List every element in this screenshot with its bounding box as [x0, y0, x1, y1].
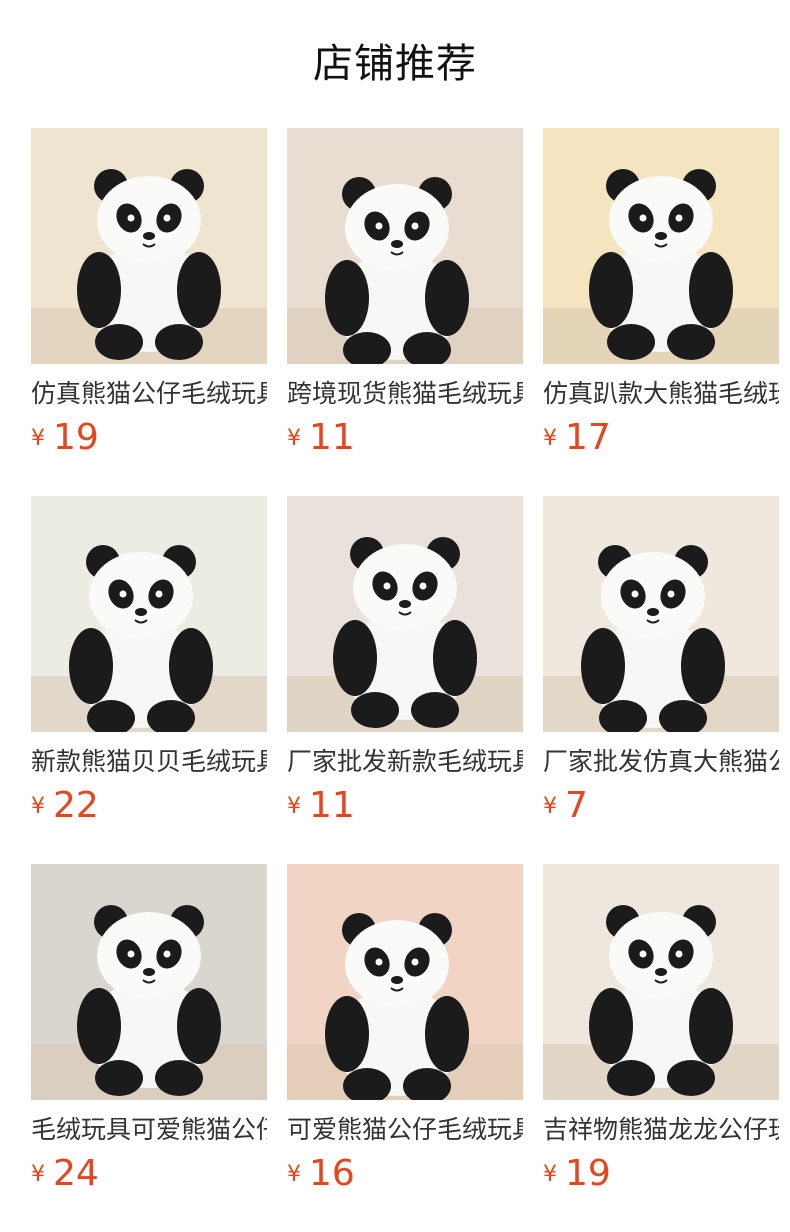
product-price: ¥22 [31, 784, 99, 828]
panda-plush-illustration [31, 864, 267, 1100]
product-name[interactable]: 毛绒玩具可爱熊猫公仔 [31, 1114, 267, 1146]
product-name[interactable]: 仿真熊猫公仔毛绒玩具 [31, 378, 267, 410]
product-image[interactable] [543, 128, 779, 364]
panda-plush-illustration [31, 128, 267, 364]
product-card[interactable]: 仿真熊猫公仔毛绒玩具 ¥19 [31, 128, 267, 458]
product-image[interactable] [287, 496, 523, 732]
product-name[interactable]: 跨境现货熊猫毛绒玩具 [287, 378, 523, 410]
product-price: ¥19 [31, 416, 99, 460]
product-card[interactable]: 厂家批发新款毛绒玩具 ¥11 [287, 496, 523, 826]
product-image[interactable] [543, 496, 779, 732]
product-card[interactable]: 吉祥物熊猫龙龙公仔玩具 ¥19 [543, 864, 779, 1194]
currency-symbol: ¥ [287, 426, 301, 451]
product-image[interactable] [287, 128, 523, 364]
currency-symbol: ¥ [31, 794, 45, 819]
currency-symbol: ¥ [31, 426, 45, 451]
product-price: ¥11 [287, 416, 355, 460]
product-image[interactable] [287, 864, 523, 1100]
price-value: 19 [53, 417, 99, 458]
product-name[interactable]: 厂家批发仿真大熊猫公仔 [543, 746, 779, 778]
product-price: ¥17 [543, 416, 611, 460]
product-card[interactable]: 厂家批发仿真大熊猫公仔 ¥7 [543, 496, 779, 826]
product-image[interactable] [31, 128, 267, 364]
currency-symbol: ¥ [543, 794, 557, 819]
price-value: 17 [565, 417, 611, 458]
price-value: 24 [53, 1153, 99, 1194]
panda-plush-illustration [31, 496, 267, 732]
product-name[interactable]: 吉祥物熊猫龙龙公仔玩具 [543, 1114, 779, 1146]
product-name[interactable]: 厂家批发新款毛绒玩具 [287, 746, 523, 778]
panda-plush-illustration [543, 496, 779, 732]
price-value: 7 [565, 785, 588, 826]
currency-symbol: ¥ [287, 794, 301, 819]
product-name[interactable]: 新款熊猫贝贝毛绒玩具 [31, 746, 267, 778]
product-name[interactable]: 仿真趴款大熊猫毛绒玩具 [543, 378, 779, 410]
product-card[interactable]: 仿真趴款大熊猫毛绒玩具 ¥17 [543, 128, 779, 458]
currency-symbol: ¥ [31, 1162, 45, 1187]
price-value: 19 [565, 1153, 611, 1194]
price-value: 11 [309, 417, 355, 458]
currency-symbol: ¥ [543, 1162, 557, 1187]
currency-symbol: ¥ [287, 1162, 301, 1187]
product-image[interactable] [31, 496, 267, 732]
price-value: 11 [309, 785, 355, 826]
product-card[interactable]: 毛绒玩具可爱熊猫公仔 ¥24 [31, 864, 267, 1194]
product-price: ¥16 [287, 1152, 355, 1196]
panda-plush-illustration [287, 864, 523, 1100]
product-card[interactable]: 新款熊猫贝贝毛绒玩具 ¥22 [31, 496, 267, 826]
product-image[interactable] [543, 864, 779, 1100]
panda-plush-illustration [287, 496, 523, 732]
panda-plush-illustration [287, 128, 523, 364]
product-card[interactable]: 跨境现货熊猫毛绒玩具 ¥11 [287, 128, 523, 458]
panda-plush-illustration [543, 864, 779, 1100]
product-image[interactable] [31, 864, 267, 1100]
product-price: ¥7 [543, 784, 588, 828]
price-value: 22 [53, 785, 99, 826]
panda-plush-illustration [543, 128, 779, 364]
product-price: ¥11 [287, 784, 355, 828]
page-title: 店铺推荐 [313, 41, 477, 87]
price-value: 16 [309, 1153, 355, 1194]
product-price: ¥19 [543, 1152, 611, 1196]
product-grid: 仿真熊猫公仔毛绒玩具 ¥19 跨境现货熊猫毛绒玩具 ¥11 仿真趴款大熊猫毛绒 … [31, 128, 779, 1194]
product-name[interactable]: 可爱熊猫公仔毛绒玩具 [287, 1114, 523, 1146]
currency-symbol: ¥ [543, 426, 557, 451]
product-price: ¥24 [31, 1152, 99, 1196]
store-recommendations-page: 店铺推荐 仿真熊猫公仔毛绒玩具 ¥19 跨境现货熊猫毛绒玩具 ¥ 11 仿真趴款… [0, 0, 790, 1232]
product-card[interactable]: 可爱熊猫公仔毛绒玩具 ¥16 [287, 864, 523, 1194]
